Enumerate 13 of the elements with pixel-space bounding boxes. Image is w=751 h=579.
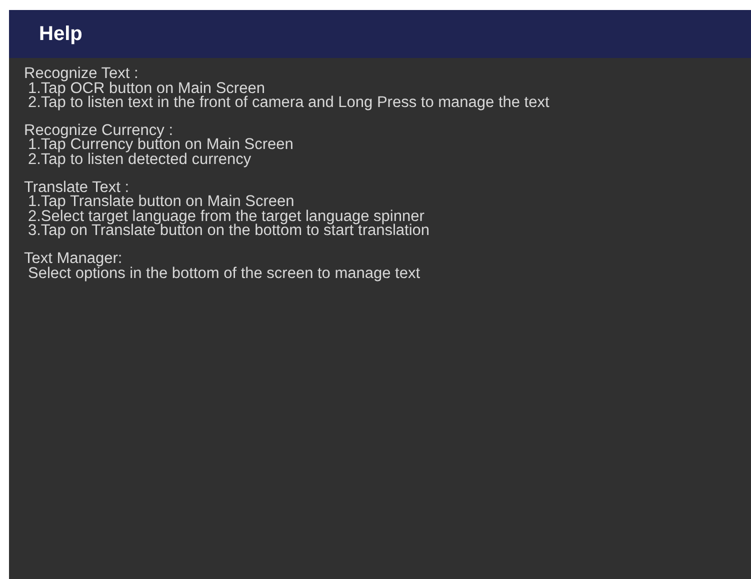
app-bar-title: Help xyxy=(39,22,82,46)
help-step: 1.Tap OCR button on Main Screen xyxy=(24,82,736,96)
help-step: 1.Tap Translate button on Main Screen xyxy=(24,195,736,210)
help-step: 3.Tap on Translate button on the bottom to start translation xyxy=(24,224,736,239)
help-step: 2.Tap to listen text in the front of camera and Long Press to manage the text xyxy=(24,96,736,111)
help-step: 2.Tap to listen detected currency xyxy=(24,152,736,168)
help-step: Select options in the bottom of the screen to manage text xyxy=(24,266,736,282)
section-heading: Recognize Text : xyxy=(24,67,138,82)
help-step: 2.Select target language from the target language spinner xyxy=(24,210,736,224)
section-heading: Translate Text : xyxy=(24,180,130,196)
section-heading: Recognize Currency : xyxy=(24,124,174,138)
section-heading: Text Manager: xyxy=(24,252,122,267)
help-step: 1.Tap Currency button on Main Screen xyxy=(24,138,736,153)
